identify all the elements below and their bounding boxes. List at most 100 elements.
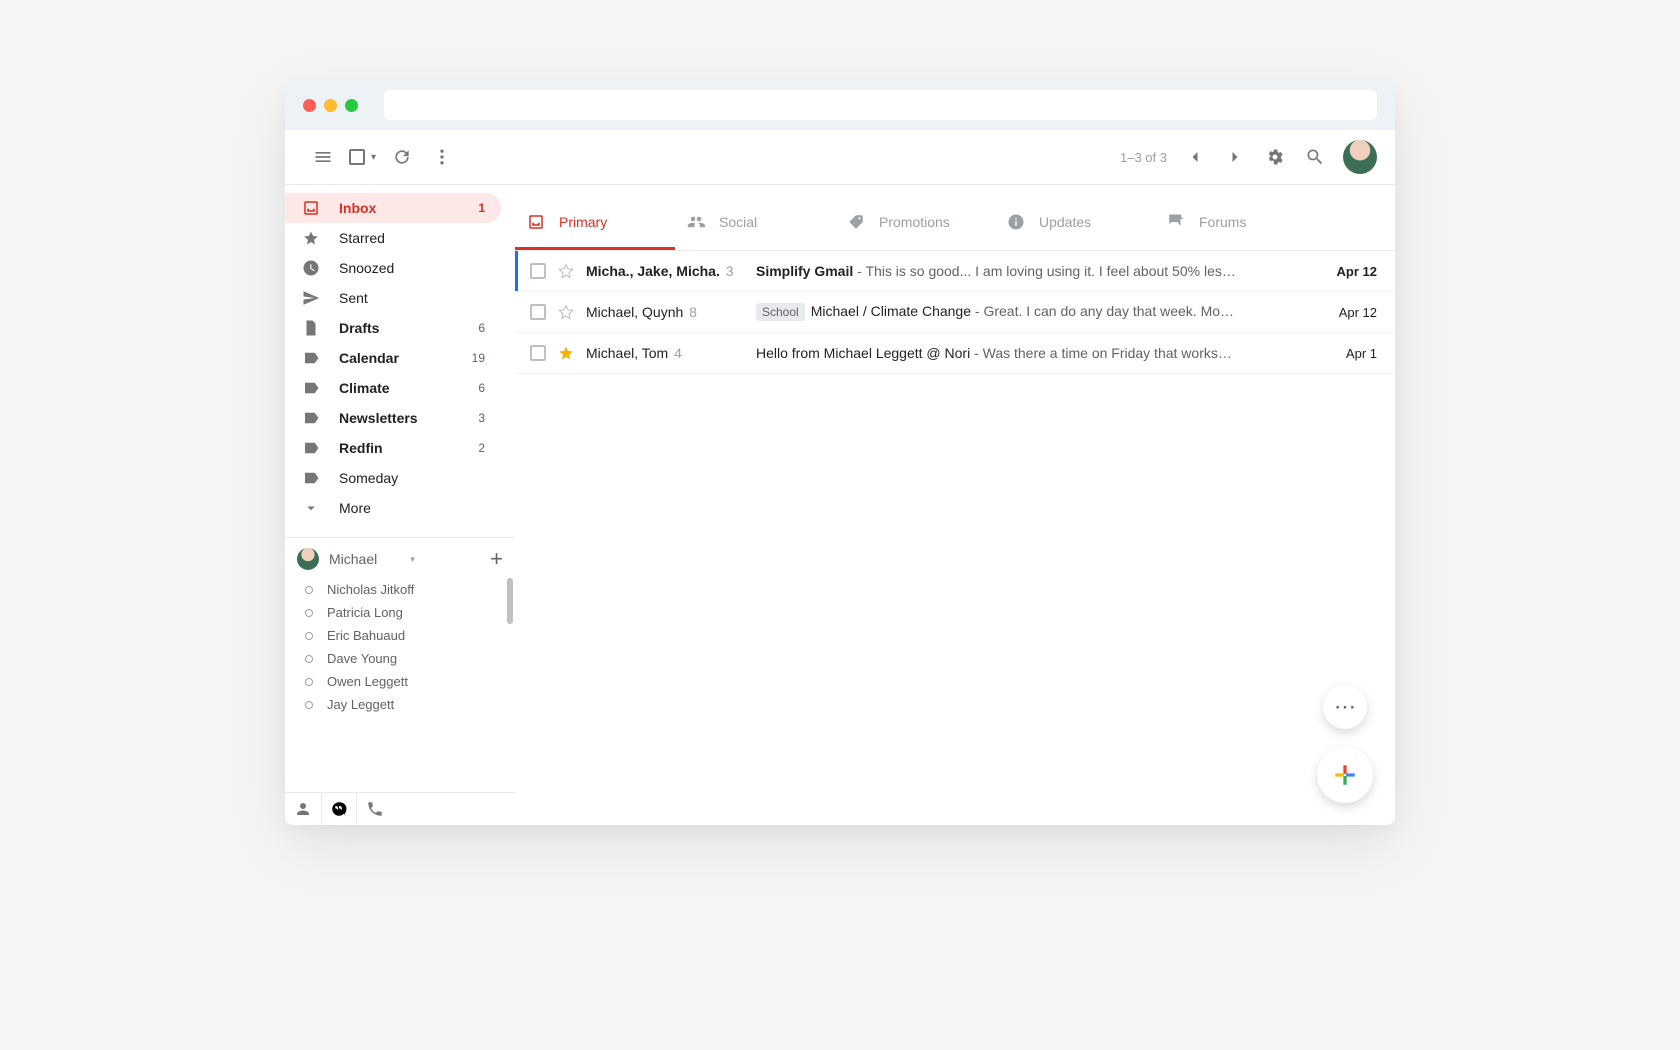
sidebar-item-label: Newsletters bbox=[339, 410, 478, 426]
presence-icon bbox=[305, 586, 313, 594]
sidebar-item-someday[interactable]: Someday bbox=[285, 463, 501, 493]
message-sender: Micha., Jake, Micha. 3 bbox=[586, 263, 756, 279]
contact-item[interactable]: Patricia Long bbox=[285, 601, 515, 624]
account-avatar[interactable] bbox=[1343, 140, 1377, 174]
contact-item[interactable]: Nicholas Jitkoff bbox=[285, 578, 515, 601]
label-icon bbox=[301, 379, 321, 397]
message-subject: SchoolMichael / Climate Change - Great. … bbox=[756, 303, 1319, 321]
hangouts-tab-call[interactable] bbox=[357, 793, 393, 825]
window-close-dot[interactable] bbox=[303, 99, 316, 112]
star-icon[interactable] bbox=[556, 343, 576, 363]
sidebar-item-drafts[interactable]: Drafts6 bbox=[285, 313, 501, 343]
sidebar-item-starred[interactable]: Starred bbox=[285, 223, 501, 253]
tab-label: Social bbox=[719, 214, 757, 230]
settings-icon[interactable] bbox=[1255, 137, 1295, 177]
hangouts-header[interactable]: Michael ▾ + bbox=[285, 538, 515, 578]
hangouts-add-icon[interactable]: + bbox=[490, 546, 503, 572]
search-icon[interactable] bbox=[1295, 137, 1335, 177]
contact-name: Nicholas Jitkoff bbox=[327, 582, 414, 597]
tab-forums[interactable]: Forums bbox=[1155, 197, 1315, 250]
message-checkbox[interactable] bbox=[530, 304, 546, 320]
message-row[interactable]: Michael, Quynh 8SchoolMichael / Climate … bbox=[515, 292, 1395, 333]
message-row[interactable]: Micha., Jake, Micha. 3Simplify Gmail - T… bbox=[515, 251, 1395, 292]
forum-icon bbox=[1167, 213, 1185, 231]
contact-item[interactable]: Dave Young bbox=[285, 647, 515, 670]
contact-name: Dave Young bbox=[327, 651, 397, 666]
main: Inbox1StarredSnoozedSentDrafts6Calendar1… bbox=[285, 185, 1395, 825]
contact-item[interactable]: Eric Bahuaud bbox=[285, 624, 515, 647]
sidebar-item-redfin[interactable]: Redfin2 bbox=[285, 433, 501, 463]
message-sender: Michael, Tom 4 bbox=[586, 345, 756, 361]
label-icon bbox=[301, 409, 321, 427]
sidebar-item-calendar[interactable]: Calendar19 bbox=[285, 343, 501, 373]
presence-icon bbox=[305, 655, 313, 663]
next-page-icon[interactable] bbox=[1215, 137, 1255, 177]
tab-primary[interactable]: Primary bbox=[515, 197, 675, 250]
chevron-down-icon: ▾ bbox=[410, 554, 415, 565]
sidebar-item-label: Sent bbox=[339, 290, 485, 306]
contact-item[interactable]: Jay Leggett bbox=[285, 693, 515, 716]
message-list: Micha., Jake, Micha. 3Simplify Gmail - T… bbox=[515, 251, 1395, 374]
select-all-checkbox[interactable]: ▾ bbox=[343, 149, 382, 165]
label-icon bbox=[301, 469, 321, 487]
sidebar-item-count: 19 bbox=[472, 351, 485, 365]
sidebar-item-label: Inbox bbox=[339, 200, 478, 216]
message-checkbox[interactable] bbox=[530, 263, 546, 279]
compose-fab[interactable] bbox=[1317, 747, 1373, 803]
more-actions-fab[interactable]: ⋯ bbox=[1323, 685, 1367, 729]
sidebar-item-inbox[interactable]: Inbox1 bbox=[285, 193, 501, 223]
star-icon[interactable] bbox=[556, 261, 576, 281]
sidebar-item-more[interactable]: More bbox=[285, 493, 501, 523]
star-icon[interactable] bbox=[556, 302, 576, 322]
sidebar-item-sent[interactable]: Sent bbox=[285, 283, 501, 313]
inbox-icon bbox=[301, 199, 321, 217]
clock-icon bbox=[301, 259, 321, 277]
menu-icon[interactable] bbox=[303, 137, 343, 177]
page-info: 1–3 of 3 bbox=[1120, 150, 1167, 165]
content: Primary Social Promotions Updates Forums Mic… bbox=[515, 185, 1395, 825]
contact-item[interactable]: Owen Leggett bbox=[285, 670, 515, 693]
window-zoom-dot[interactable] bbox=[345, 99, 358, 112]
tab-promotions[interactable]: Promotions bbox=[835, 197, 995, 250]
star-icon bbox=[301, 229, 321, 247]
prev-page-icon[interactable] bbox=[1175, 137, 1215, 177]
tab-label: Primary bbox=[559, 214, 607, 230]
hangouts-pane: Michael ▾ + Nicholas Jitkoff Patricia Lon… bbox=[285, 537, 515, 825]
hangouts-tab-person[interactable] bbox=[285, 793, 321, 825]
contact-name: Jay Leggett bbox=[327, 697, 394, 712]
info-icon bbox=[1007, 213, 1025, 231]
window-minimize-dot[interactable] bbox=[324, 99, 337, 112]
tab-label: Forums bbox=[1199, 214, 1246, 230]
sidebar-item-count: 1 bbox=[478, 201, 485, 215]
hangouts-tab-chat[interactable] bbox=[321, 793, 357, 825]
titlebar bbox=[285, 80, 1395, 130]
more-icon[interactable] bbox=[422, 137, 462, 177]
sidebar-item-climate[interactable]: Climate6 bbox=[285, 373, 501, 403]
tag-icon bbox=[847, 213, 865, 231]
sidebar-item-snoozed[interactable]: Snoozed bbox=[285, 253, 501, 283]
sidebar-item-count: 3 bbox=[478, 411, 485, 425]
sidebar-item-label: Calendar bbox=[339, 350, 472, 366]
message-row[interactable]: Michael, Tom 4Hello from Michael Leggett… bbox=[515, 333, 1395, 374]
sidebar-item-count: 2 bbox=[478, 441, 485, 455]
presence-icon bbox=[305, 609, 313, 617]
app-window: ▾ 1–3 of 3 Inbox1StarredSnoozedSentDraft… bbox=[285, 80, 1395, 825]
sidebar-item-label: Someday bbox=[339, 470, 485, 486]
refresh-icon[interactable] bbox=[382, 137, 422, 177]
url-bar[interactable] bbox=[384, 90, 1377, 120]
message-date: Apr 12 bbox=[1337, 264, 1377, 279]
message-checkbox[interactable] bbox=[530, 345, 546, 361]
message-subject: Hello from Michael Leggett @ Nori - Was … bbox=[756, 345, 1326, 361]
message-date: Apr 12 bbox=[1339, 305, 1377, 320]
sidebar-item-newsletters[interactable]: Newsletters3 bbox=[285, 403, 501, 433]
more-icon bbox=[301, 499, 321, 517]
presence-icon bbox=[305, 632, 313, 640]
scrollbar-thumb[interactable] bbox=[507, 578, 513, 624]
tab-social[interactable]: Social bbox=[675, 197, 835, 250]
contact-name: Patricia Long bbox=[327, 605, 403, 620]
label-icon bbox=[301, 349, 321, 367]
contact-name: Eric Bahuaud bbox=[327, 628, 405, 643]
tab-label: Updates bbox=[1039, 214, 1091, 230]
tab-updates[interactable]: Updates bbox=[995, 197, 1155, 250]
sidebar-item-label: Climate bbox=[339, 380, 478, 396]
